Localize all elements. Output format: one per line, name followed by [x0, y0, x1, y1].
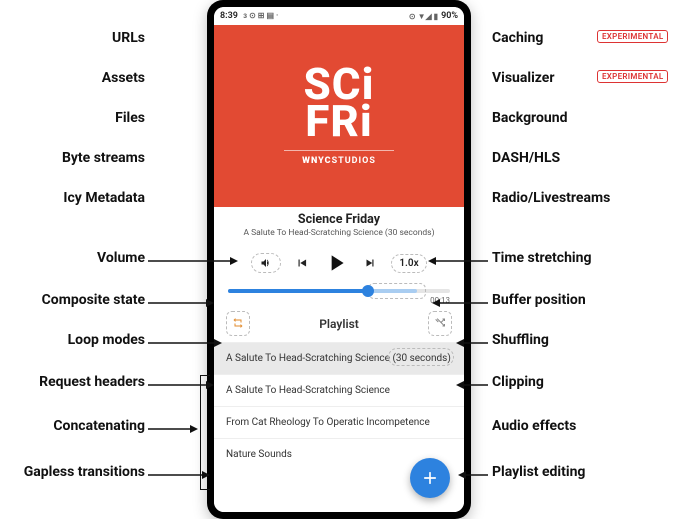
playlist-item[interactable]: A Salute To Head-Scratching Science: [214, 374, 464, 406]
label-concatenating: Concatenating: [0, 418, 145, 434]
art-line2: FRi: [305, 103, 372, 140]
label-dash-hls: DASH/HLS: [492, 150, 560, 166]
skip-previous-icon: [295, 256, 309, 270]
progress-thumb[interactable]: [362, 285, 374, 297]
playlist-item[interactable]: From Cat Rheology To Operatic Incompeten…: [214, 406, 464, 438]
buffer-highlight: [368, 283, 426, 299]
label-radio-livestreams: Radio/Livestreams: [492, 190, 610, 206]
art-studio: WNYCSTUDIOS: [302, 156, 376, 166]
arrow-concatenating: [148, 423, 198, 435]
label-gapless-transitions: Gapless transitions: [0, 464, 145, 480]
play-icon: [323, 250, 349, 276]
clip-highlight: [388, 348, 454, 366]
speed-button[interactable]: 1.0x: [391, 254, 426, 273]
label-byte-streams: Byte streams: [0, 150, 145, 166]
status-right: ⊙ ▼◢ ▮ 90%: [409, 11, 458, 21]
status-right-icons: ⊙ ▼◢ ▮: [409, 12, 438, 21]
playlist: A Salute To Head-Scratching Science (30 …: [214, 342, 464, 512]
label-urls: URLs: [0, 30, 145, 46]
skip-next-icon: [363, 256, 377, 270]
shuffle-icon: [433, 317, 447, 329]
label-clipping: Clipping: [492, 374, 544, 390]
phone-screen: 8:39 ᴈ ⊙ ⊞ ▤ · ⊙ ▼◢ ▮ 90% SCi FRi WNYCST…: [214, 7, 464, 512]
concat-bracket: [200, 375, 210, 490]
art-divider: [284, 150, 394, 151]
label-time-stretching: Time stretching: [492, 250, 591, 266]
art-studio-a: WNYC: [302, 156, 331, 166]
volume-icon: [259, 257, 273, 269]
player-controls: 1.0x: [214, 244, 464, 280]
label-audio-effects: Audio effects: [492, 418, 576, 434]
progress-area: 00:13: [214, 280, 464, 309]
label-visualizer: Visualizer: [492, 70, 555, 86]
loop-icon: [231, 317, 245, 329]
label-loop-modes: Loop modes: [0, 332, 145, 348]
status-bar: 8:39 ᴈ ⊙ ⊞ ▤ · ⊙ ▼◢ ▮ 90%: [214, 7, 464, 25]
progress-played: [228, 289, 368, 293]
badge-experimental-caching: EXPERIMENTAL: [597, 30, 668, 43]
arrow-composite-state: [148, 297, 214, 309]
status-left: 8:39 ᴈ ⊙ ⊞ ▤ ·: [220, 11, 278, 21]
diagram-stage: 8:39 ᴈ ⊙ ⊞ ▤ · ⊙ ▼◢ ▮ 90% SCi FRi WNYCST…: [0, 0, 680, 519]
label-composite-state: Composite state: [0, 292, 145, 308]
label-volume: Volume: [0, 250, 145, 266]
add-fab[interactable]: [410, 458, 450, 498]
label-request-headers: Request headers: [0, 374, 145, 390]
label-files: Files: [0, 110, 145, 126]
play-button[interactable]: [323, 250, 349, 276]
volume-button[interactable]: [251, 253, 281, 273]
label-shuffling: Shuffling: [492, 332, 549, 348]
album-art: SCi FRi WNYCSTUDIOS: [214, 25, 464, 207]
label-buffer-position: Buffer position: [492, 292, 586, 308]
label-caching: Caching: [492, 30, 543, 46]
art-studio-b: STUDIOS: [332, 156, 376, 166]
phone-device: 8:39 ᴈ ⊙ ⊞ ▤ · ⊙ ▼◢ ▮ 90% SCi FRi WNYCST…: [207, 0, 471, 519]
speed-label: 1.0x: [399, 258, 418, 269]
playlist-title: Playlist: [319, 317, 359, 331]
next-button[interactable]: [363, 256, 377, 270]
label-assets: Assets: [0, 70, 145, 86]
label-icy-metadata: Icy Metadata: [0, 190, 145, 206]
track-title-block: Science Friday A Salute To Head-Scratchi…: [214, 207, 464, 244]
status-time: 8:39: [220, 11, 238, 21]
track-subtitle: A Salute To Head-Scratching Science (30 …: [220, 228, 458, 238]
status-left-icons: ᴈ ⊙ ⊞ ▤ ·: [243, 11, 278, 20]
loop-button[interactable]: [226, 311, 250, 336]
badge-experimental-visualizer: EXPERIMENTAL: [597, 70, 668, 83]
shuffle-button[interactable]: [428, 311, 452, 336]
label-background: Background: [492, 110, 567, 126]
status-battery: 90%: [441, 11, 458, 21]
label-playlist-editing: Playlist editing: [492, 464, 585, 480]
plus-icon: [420, 468, 440, 488]
prev-button[interactable]: [295, 256, 309, 270]
track-title: Science Friday: [220, 212, 458, 227]
playlist-header: Playlist: [214, 309, 464, 342]
progress-bar[interactable]: [228, 289, 450, 293]
